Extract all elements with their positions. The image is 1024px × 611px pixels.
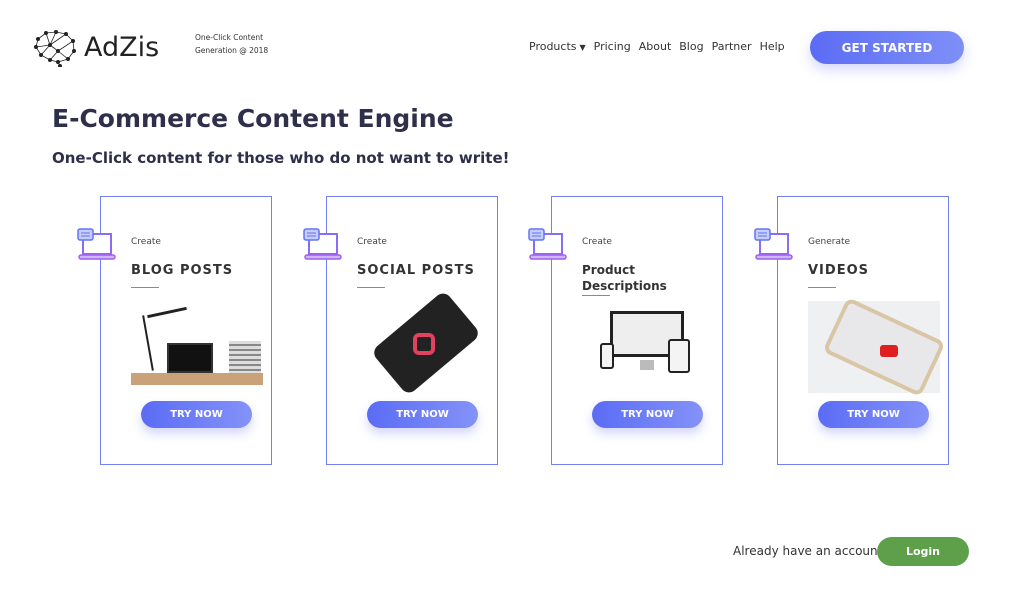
main-nav: Products ▼ Pricing About Blog Partner Hel…	[529, 40, 785, 53]
tagline-line-2: Generation @ 2018	[195, 46, 269, 55]
tagline: One-Click Content Generation @ 2018	[195, 31, 268, 57]
try-now-button[interactable]: TRY NOW	[592, 401, 703, 428]
card-image	[131, 301, 263, 385]
get-started-button[interactable]: GET STARTED	[810, 31, 964, 64]
page-title: E-Commerce Content Engine	[52, 104, 454, 133]
laptop-chat-icon	[528, 228, 567, 260]
caret-down-icon: ▼	[579, 43, 586, 52]
card-title: VIDEOS	[808, 263, 869, 278]
nav-blog[interactable]: Blog	[679, 40, 703, 53]
try-now-button[interactable]: TRY NOW	[818, 401, 929, 428]
card-blog-posts: Create BLOG POSTS TRY NOW	[77, 196, 272, 465]
nav-help[interactable]: Help	[760, 40, 785, 53]
card-social-posts: Create SOCIAL POSTS TRY NOW	[303, 196, 498, 465]
try-now-button[interactable]: TRY NOW	[141, 401, 252, 428]
nav-partner[interactable]: Partner	[712, 40, 752, 53]
card-image	[582, 301, 714, 385]
brain-logo-icon	[34, 30, 77, 67]
title-underline	[357, 287, 385, 288]
card-image	[357, 289, 489, 397]
laptop-chat-icon	[303, 228, 342, 260]
page-subtitle: One-Click content for those who do not w…	[52, 149, 510, 167]
try-now-button[interactable]: TRY NOW	[367, 401, 478, 428]
laptop-chat-icon	[754, 228, 793, 260]
logo[interactable]: AdZis	[32, 27, 159, 67]
card-kicker: Create	[582, 237, 612, 247]
login-button[interactable]: Login	[877, 537, 969, 566]
card-videos: Generate VIDEOS TRY NOW	[754, 196, 949, 465]
tagline-line-1: One-Click Content	[195, 33, 264, 42]
card-title: SOCIAL POSTS	[357, 263, 475, 278]
nav-products[interactable]: Products ▼	[529, 40, 586, 53]
card-kicker: Generate	[808, 237, 851, 247]
card-kicker: Create	[357, 237, 387, 247]
card-image	[808, 296, 946, 398]
card-title: Product Descriptions	[582, 263, 667, 293]
card-product-descriptions: Create Product Descriptions TRY NOW	[528, 196, 723, 465]
title-underline	[582, 295, 610, 296]
nav-about[interactable]: About	[639, 40, 672, 53]
nav-products-label: Products	[529, 40, 577, 53]
title-underline	[131, 287, 159, 288]
title-underline	[808, 287, 836, 288]
card-title: BLOG POSTS	[131, 263, 234, 278]
nav-pricing[interactable]: Pricing	[594, 40, 631, 53]
account-prompt: Already have an account?	[733, 544, 889, 558]
card-kicker: Create	[131, 237, 161, 247]
laptop-chat-icon	[77, 228, 116, 260]
brand-name: AdZis	[84, 31, 160, 63]
